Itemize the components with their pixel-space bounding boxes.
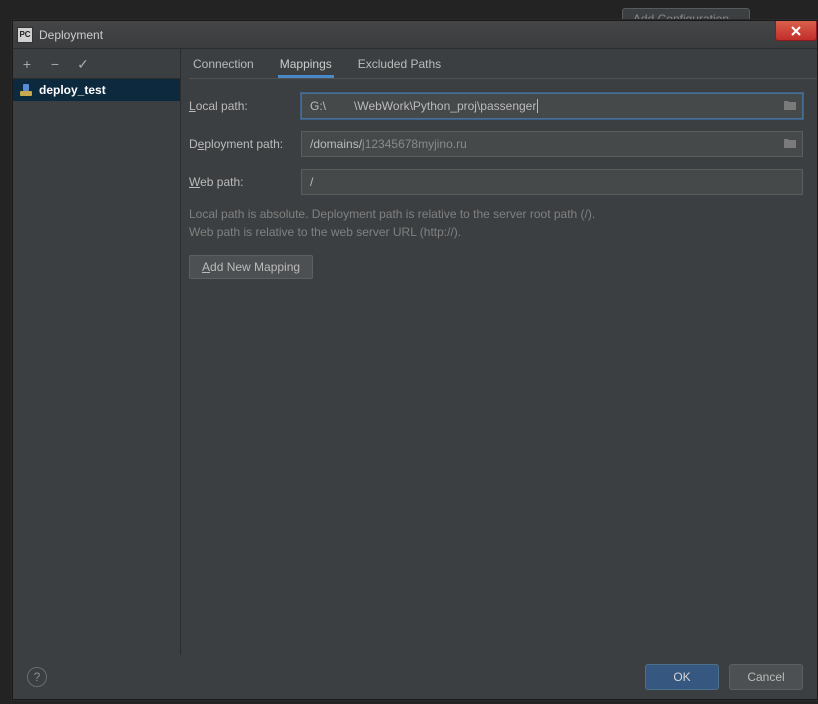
local-path-value-suffix: \WebWork\Python_proj\passenger xyxy=(354,99,536,113)
tab-connection[interactable]: Connection xyxy=(193,51,254,77)
help-line-2: Web path is relative to the web server U… xyxy=(189,223,803,241)
help-line-1: Local path is absolute. Deployment path … xyxy=(189,205,803,223)
remove-server-icon[interactable]: − xyxy=(47,57,63,71)
close-button[interactable] xyxy=(775,21,817,41)
help-icon[interactable]: ? xyxy=(27,667,47,687)
tab-mappings[interactable]: Mappings xyxy=(280,51,332,77)
ok-button[interactable]: OK xyxy=(645,664,719,690)
deploy-path-suffix: j12345678myjino.ru xyxy=(362,137,467,151)
server-list-toolbar: + − ✓ xyxy=(13,49,180,79)
local-path-label: Local path: xyxy=(189,99,293,113)
tab-bar: Connection Mappings Excluded Paths xyxy=(189,49,817,79)
dialog-footer: ? OK Cancel xyxy=(13,655,817,699)
cancel-button[interactable]: Cancel xyxy=(729,664,803,690)
pycharm-icon: PC xyxy=(17,27,33,43)
titlebar: PC Deployment xyxy=(13,21,817,49)
server-item-deploy-test[interactable]: deploy_test xyxy=(13,79,180,101)
add-server-icon[interactable]: + xyxy=(19,57,35,71)
web-path-input[interactable] xyxy=(301,169,803,195)
check-icon[interactable]: ✓ xyxy=(75,57,91,71)
deployment-path-label: Deployment path: xyxy=(189,137,293,151)
local-path-input[interactable]: G:\ \WebWork\Python_proj\passenger xyxy=(301,93,803,119)
deployment-dialog: PC Deployment + − ✓ deplo xyxy=(12,20,818,700)
dialog-title: Deployment xyxy=(39,28,103,42)
add-new-mapping-button[interactable]: Add New Mapping xyxy=(189,255,313,279)
help-text: Local path is absolute. Deployment path … xyxy=(189,205,803,241)
deployment-path-input[interactable]: /domains/ j12345678myjino.ru xyxy=(301,131,803,157)
local-path-value-prefix: G:\ xyxy=(310,99,326,113)
browse-deployment-path-icon[interactable] xyxy=(783,137,797,152)
tab-excluded-paths[interactable]: Excluded Paths xyxy=(358,51,441,77)
server-item-icon xyxy=(19,83,33,97)
browse-local-path-icon[interactable] xyxy=(783,99,797,114)
server-list[interactable]: deploy_test xyxy=(13,79,180,655)
web-path-label: Web path: xyxy=(189,175,293,189)
server-item-label: deploy_test xyxy=(39,83,106,97)
deploy-path-prefix: /domains/ xyxy=(310,137,362,151)
text-caret xyxy=(537,99,538,113)
